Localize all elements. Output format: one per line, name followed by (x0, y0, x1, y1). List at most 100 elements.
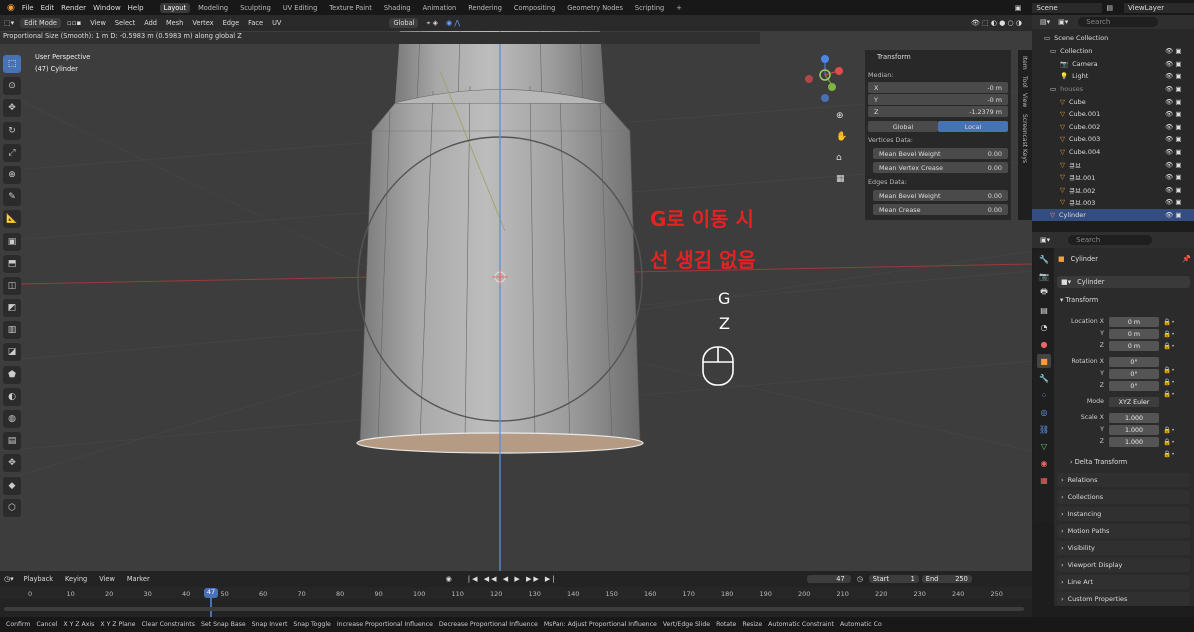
outliner-item[interactable]: ▽ 큐브.003 👁 ▣ (1032, 196, 1194, 209)
visibility-eye-icon[interactable]: 👁 ▣ (1165, 198, 1181, 206)
material-tab-icon[interactable]: ◉ (1037, 456, 1051, 470)
outliner-item[interactable]: ▽ Cube.001 👁 ▣ (1032, 108, 1194, 121)
proportional-edit-icon[interactable]: ◉ ⋀ (446, 19, 460, 27)
rotation-mode-select[interactable]: XYZ Euler (1109, 397, 1159, 407)
tab-sculpting[interactable]: Sculpting (236, 3, 275, 13)
median-x-field[interactable]: X -0 m (868, 82, 1008, 93)
mode-selector[interactable]: Edit Mode (20, 18, 61, 28)
transform-section-header[interactable]: ▾ Transform (1060, 296, 1098, 304)
location-y-field[interactable]: 0 m (1109, 329, 1159, 339)
scale-x-field[interactable]: 1.000 (1109, 413, 1159, 423)
loop-cut-tool-icon[interactable]: ▥ (3, 321, 21, 340)
visibility-eye-icon[interactable]: 👁 ▣ (1165, 98, 1181, 106)
local-button[interactable]: Local (938, 121, 1008, 132)
menu-mesh[interactable]: Mesh (166, 19, 183, 27)
properties-editor-icon[interactable]: ▣▾ (1040, 236, 1050, 244)
mean-vertex-crease-field[interactable]: Mean Vertex Crease 0.00 (873, 162, 1008, 173)
tab-geometry-nodes[interactable]: Geometry Nodes (563, 3, 627, 13)
scene-collection-row[interactable]: ▭ Scene Collection (1032, 32, 1194, 45)
scene-selector[interactable]: Scene (1032, 2, 1103, 13)
visibility-eye-icon[interactable]: 👁 ▣ (1165, 123, 1181, 131)
outliner-item[interactable]: ▭ houses 👁 ▣ (1032, 83, 1194, 96)
visibility-eye-icon[interactable]: 👁 ▣ (1165, 85, 1181, 93)
playhead[interactable]: 47 (204, 588, 218, 598)
global-button[interactable]: Global (868, 121, 938, 132)
current-frame-field[interactable]: 47 (806, 575, 851, 583)
camera-view-icon[interactable]: ⌂ (836, 148, 852, 169)
tab-item[interactable]: Item (1021, 56, 1028, 70)
visibility-eye-icon[interactable]: 👁 ▣ (1165, 173, 1181, 181)
collections-section[interactable]: › Collections (1057, 490, 1190, 504)
grid-view-icon[interactable]: ▦ (836, 169, 852, 190)
visibility-section[interactable]: › Visibility (1057, 541, 1190, 555)
shrink-fatten-tool-icon[interactable]: ✥ (3, 454, 21, 473)
filter-icon[interactable]: ▣▾ (1058, 18, 1068, 26)
orientation-selector[interactable]: Global (389, 18, 419, 28)
scene-tab-icon[interactable]: ◔ (1037, 320, 1051, 334)
particles-tab-icon[interactable]: ⁘ (1037, 388, 1051, 402)
shear-tool-icon[interactable]: ◆ (3, 476, 21, 495)
relations-section[interactable]: › Relations (1057, 473, 1190, 487)
inset-tool-icon[interactable]: ◫ (3, 276, 21, 295)
render-tab-icon[interactable]: 📷 (1037, 269, 1051, 283)
rotation-z-field[interactable]: 0° (1109, 381, 1159, 391)
location-z-field[interactable]: 0 m (1109, 341, 1159, 351)
scale-y-field[interactable]: 1.000 (1109, 425, 1159, 435)
menu-edit[interactable]: Edit (41, 4, 55, 12)
output-tab-icon[interactable]: 🖶 (1037, 286, 1051, 300)
menu-help[interactable]: Help (128, 4, 144, 12)
custom-properties-section[interactable]: › Custom Properties (1057, 592, 1190, 606)
timeline-editor-icon[interactable]: ◷▾ (4, 575, 14, 583)
select-box-tool-icon[interactable]: ⬚ (3, 55, 21, 73)
visibility-eye-icon[interactable]: 👁 ▣ (1165, 60, 1181, 68)
rotation-x-field[interactable]: 0° (1109, 357, 1159, 367)
mean-crease-field[interactable]: Mean Crease 0.00 (873, 204, 1008, 215)
visibility-eye-icon[interactable]: 👁 ▣ (1165, 148, 1181, 156)
visibility-eye-icon[interactable]: 👁 ▣ (1165, 186, 1181, 194)
menu-select[interactable]: Select (115, 19, 135, 27)
rotate-tool-icon[interactable]: ↻ (3, 121, 21, 140)
annotate-tool-icon[interactable]: ✎ (3, 188, 21, 207)
outliner-item[interactable]: ▽ Cylinder 👁 ▣ (1032, 208, 1194, 222)
visibility-eye-icon[interactable]: 👁 ▣ (1165, 135, 1181, 143)
texture-tab-icon[interactable]: ▦ (1037, 473, 1051, 487)
tab-shading[interactable]: Shading (380, 3, 415, 13)
outliner-item[interactable]: ▽ Cube.004 👁 ▣ (1032, 146, 1194, 159)
menu-add[interactable]: Add (144, 19, 157, 27)
constraint-tab-icon[interactable]: ⛓ (1037, 422, 1051, 436)
instancing-section[interactable]: › Instancing (1057, 507, 1190, 521)
rotation-y-field[interactable]: 0° (1109, 369, 1159, 379)
edge-mean-bevel-weight-field[interactable]: Mean Bevel Weight 0.00 (873, 190, 1008, 201)
pin-icon[interactable]: 📌 (1182, 255, 1191, 263)
cursor-tool-icon[interactable]: ⊙ (3, 77, 21, 96)
outliner-item[interactable]: ▽ Cube.002 👁 ▣ (1032, 121, 1194, 134)
visibility-eye-icon[interactable]: 👁 ▣ (1165, 161, 1181, 169)
snap-icon[interactable]: ⌖ ◈ (426, 19, 438, 28)
menu-window[interactable]: Window (93, 4, 121, 12)
marker-menu[interactable]: Marker (127, 575, 150, 583)
location-x-field[interactable]: 0 m (1109, 317, 1159, 327)
select-mode-icons[interactable]: ▫▫▪ (67, 19, 81, 27)
menu-render[interactable]: Render (61, 4, 86, 12)
tab-view[interactable]: View (1021, 93, 1028, 107)
lock-icons[interactable]: 🔒• 🔒• 🔒• 🔒• 🔒• 🔒• 🔒• 🔒• 🔒• (1163, 316, 1175, 460)
tab-layout[interactable]: Layout (159, 2, 191, 13)
playback-controls[interactable]: |◀ ◀◀ ◀ ▶ ▶▶ ▶| (468, 575, 557, 583)
shading-icons[interactable]: 👁 ⬚ ◐ ● ○ ◑ (971, 19, 1022, 27)
motion-paths-section[interactable]: › Motion Paths (1057, 524, 1190, 538)
view-layer-tab-icon[interactable]: ▤ (1037, 303, 1051, 317)
extrude-tool-icon[interactable]: ⬒ (3, 254, 21, 273)
menu-face[interactable]: Face (248, 19, 263, 27)
outliner-item[interactable]: ▽ 큐브.001 👁 ▣ (1032, 171, 1194, 184)
tab-tool[interactable]: Tool (1021, 76, 1028, 88)
outliner-item[interactable]: 💡 Light 👁 ▣ (1032, 70, 1194, 83)
tab-rendering[interactable]: Rendering (464, 3, 506, 13)
viewport-display-section[interactable]: › Viewport Display (1057, 558, 1190, 572)
object-name-field[interactable]: ■▾ Cylinder (1057, 276, 1190, 288)
tab-uv-editing[interactable]: UV Editing (279, 3, 321, 13)
median-y-field[interactable]: Y -0 m (868, 94, 1008, 105)
menu-vertex[interactable]: Vertex (192, 19, 213, 27)
menu-uv[interactable]: UV (272, 19, 281, 27)
scale-z-field[interactable]: 1.000 (1109, 437, 1159, 447)
modifier-tab-icon[interactable]: 🔧 (1037, 371, 1051, 385)
